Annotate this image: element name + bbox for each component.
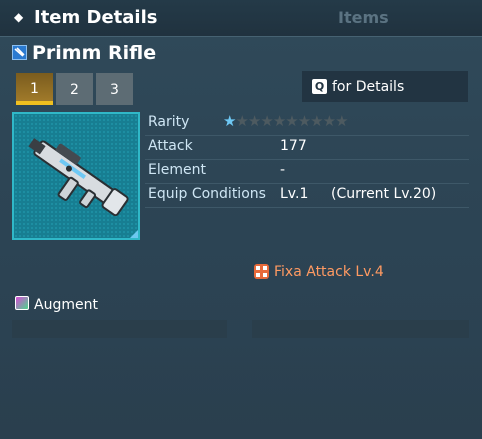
rifle-image bbox=[28, 138, 129, 217]
current-level-value: (Current Lv.20) bbox=[331, 186, 437, 202]
potential-icon bbox=[254, 264, 269, 279]
star-icon: ★ bbox=[335, 112, 348, 130]
attack-row: Attack 177 bbox=[145, 135, 469, 160]
q-key-badge: Q bbox=[312, 79, 327, 94]
star-icon: ★ bbox=[310, 112, 323, 130]
augment-icon bbox=[15, 296, 29, 310]
page-tabs: 1 2 3 bbox=[16, 73, 133, 105]
tab-2[interactable]: 2 bbox=[56, 73, 93, 105]
element-label: Element bbox=[148, 162, 206, 178]
item-name: Primm Rifle bbox=[32, 42, 157, 64]
tab-1[interactable]: 1 bbox=[16, 73, 53, 105]
equip-conditions-label: Equip Conditions bbox=[148, 186, 266, 202]
details-label: for Details bbox=[332, 79, 405, 95]
star-icon: ★ bbox=[272, 112, 286, 130]
attack-value: 177 bbox=[280, 138, 307, 154]
rarity-row: Rarity ★ ★ ★ ★ ★ ★ ★ ★ ★ ★ bbox=[145, 111, 469, 136]
equip-level-value: Lv.1 bbox=[280, 186, 309, 202]
star-icon: ★ bbox=[285, 112, 298, 130]
details-button[interactable]: Q for Details bbox=[302, 71, 468, 102]
diamond-icon: ◆ bbox=[14, 10, 24, 24]
rarity-stars: ★ ★ ★ ★ ★ ★ ★ ★ ★ ★ bbox=[223, 112, 349, 130]
tab-items[interactable]: Items bbox=[338, 8, 389, 27]
augment-label: Augment bbox=[34, 297, 98, 313]
item-thumbnail bbox=[12, 112, 140, 240]
equip-conditions-row: Equip Conditions Lv.1 (Current Lv.20) bbox=[145, 183, 469, 208]
attack-label: Attack bbox=[148, 138, 193, 154]
augment-slot-2[interactable] bbox=[252, 320, 469, 338]
rarity-label: Rarity bbox=[148, 114, 190, 130]
star-icon: ★ bbox=[247, 112, 261, 130]
potential-label[interactable]: Fixa Attack Lv.4 bbox=[274, 264, 384, 280]
star-icon: ★ bbox=[223, 112, 236, 130]
tab-3[interactable]: 3 bbox=[96, 73, 133, 105]
star-icon: ★ bbox=[322, 112, 336, 130]
star-icon: ★ bbox=[297, 112, 311, 130]
star-icon: ★ bbox=[235, 112, 248, 130]
star-icon: ★ bbox=[260, 112, 273, 130]
element-row: Element - bbox=[145, 159, 469, 184]
element-value: - bbox=[280, 162, 286, 178]
rifle-icon bbox=[12, 45, 27, 60]
augment-slot-1[interactable] bbox=[12, 320, 227, 338]
window-header: ◆ Item Details Items bbox=[0, 0, 482, 37]
window-title: Item Details bbox=[34, 7, 158, 28]
